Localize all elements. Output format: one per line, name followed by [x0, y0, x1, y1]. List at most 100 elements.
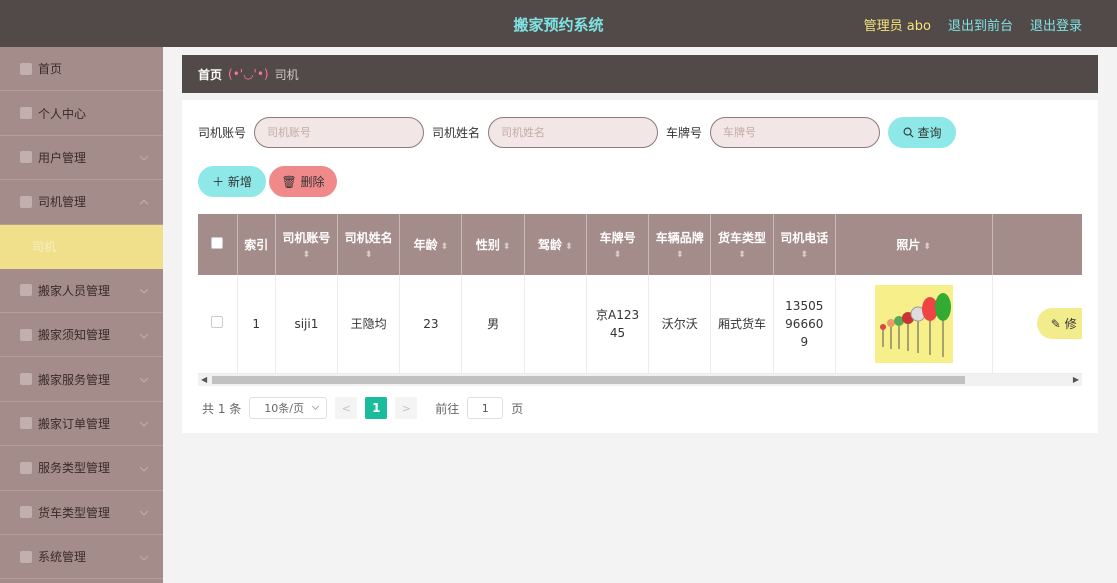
logout-link[interactable]: 退出登录: [1030, 15, 1082, 34]
breadcrumb-home[interactable]: 首页: [198, 66, 222, 83]
table-row: 1 siji1 王隐均 23 男 京A12345 沃尔沃 厢式货车 135059…: [198, 275, 1082, 374]
order-icon: [20, 417, 32, 430]
select-all-checkbox[interactable]: [211, 237, 224, 249]
current-page[interactable]: 1: [365, 397, 388, 419]
sidebar-item-label: 搬家人员管理: [38, 283, 111, 298]
page-unit-label: 页: [511, 401, 524, 416]
sidebar-item-drivers[interactable]: 司机管理: [0, 180, 163, 225]
prev-page-button[interactable]: <: [335, 397, 358, 419]
row-checkbox[interactable]: [211, 316, 224, 329]
plate-input[interactable]: [710, 117, 881, 148]
col-photo-label: 照片: [896, 238, 921, 252]
col-gender[interactable]: 性别 ⬍: [461, 214, 525, 275]
delete-button[interactable]: 🗑 删除: [269, 166, 337, 197]
edit-button[interactable]: ✎ 修: [1036, 308, 1082, 340]
breadcrumb: 首页 (•'◡'•) 司机: [182, 55, 1098, 93]
cell-actions: ✎ 修: [992, 275, 1082, 374]
driver-account-input[interactable]: [254, 117, 425, 148]
sidebar-item-system[interactable]: 系统管理: [0, 535, 163, 580]
cell-index: 1: [237, 275, 276, 374]
col-gender-label: 性别: [475, 238, 500, 252]
sidebar-item-label: 个人中心: [38, 106, 87, 121]
driver-table: 索引 司机账号 ⬍ 司机姓名 ⬍ 年龄 ⬍ 性别 ⬍ 驾龄 ⬍ 车牌号 ⬍ 车辆品牌 ⬍ 货车…: [198, 214, 1082, 374]
next-page-button[interactable]: >: [395, 397, 418, 419]
cell-plate: 京A12345: [586, 275, 650, 374]
col-name[interactable]: 司机姓名 ⬍: [337, 214, 401, 275]
breadcrumb-face: (•'◡'•): [228, 67, 269, 81]
search-button-label: 查询: [917, 126, 942, 140]
col-truck-type[interactable]: 货车类型 ⬍: [710, 214, 774, 275]
add-button-label: 新增: [227, 175, 252, 189]
col-plate[interactable]: 车牌号 ⬍: [586, 214, 650, 275]
driver-name-input[interactable]: [488, 117, 659, 148]
search-row: 司机账号 司机姓名 车牌号 查询: [198, 117, 957, 148]
row-select-cell[interactable]: [198, 275, 238, 374]
sidebar-item-orders[interactable]: 搬家订单管理: [0, 402, 163, 447]
col-truck-type-label: 货车类型: [718, 231, 767, 245]
chevron-down-icon: [139, 329, 149, 339]
service-icon: [20, 373, 32, 386]
content-panel: 司机账号 司机姓名 车牌号 查询 ＋ 新增 🗑 删除 索引 司机账号 ⬍ 司机姓名…: [182, 100, 1098, 433]
sort-icon[interactable]: ⬍: [587, 250, 648, 260]
cell-truck-type: 厢式货车: [710, 275, 774, 374]
sort-icon[interactable]: ⬍: [711, 250, 772, 260]
select-all-cell[interactable]: [198, 214, 238, 275]
cell-name: 王隐均: [337, 275, 401, 374]
sort-icon[interactable]: ⬍: [338, 250, 399, 260]
scrollbar-thumb[interactable]: [212, 376, 965, 384]
sidebar: 首页 个人中心 用户管理 司机管理 司机 搬家人员管理 搬家须知管理 搬家服务管…: [0, 47, 163, 583]
pagination: 共 1 条 10条/页 < 1 > 前往 页: [202, 397, 523, 419]
col-photo[interactable]: 照片 ⬍: [835, 214, 993, 275]
sidebar-item-label: 系统管理: [38, 550, 87, 565]
home-icon: [20, 62, 32, 75]
col-account-label: 司机账号: [282, 231, 331, 245]
sidebar-item-profile[interactable]: 个人中心: [0, 91, 163, 136]
cell-gender: 男: [461, 275, 525, 374]
sidebar-item-movers[interactable]: 搬家人员管理: [0, 269, 163, 313]
col-brand[interactable]: 车辆品牌 ⬍: [648, 214, 712, 275]
col-actions: [992, 214, 1082, 275]
sidebar-item-label: 货车类型管理: [38, 505, 111, 520]
sort-icon[interactable]: ⬍: [923, 242, 931, 252]
chevron-down-icon: [139, 551, 149, 561]
sort-icon[interactable]: ⬍: [565, 242, 573, 252]
sidebar-item-users[interactable]: 用户管理: [0, 136, 163, 181]
driver-icon: [20, 195, 32, 208]
sidebar-item-truck-types[interactable]: 货车类型管理: [0, 491, 163, 535]
users-icon: [20, 151, 32, 164]
col-plate-label: 车牌号: [599, 231, 636, 245]
add-button[interactable]: ＋ 新增: [198, 166, 266, 197]
sidebar-item-service[interactable]: 搬家服务管理: [0, 357, 163, 402]
page-size-select[interactable]: 10条/页: [249, 397, 328, 419]
notice-icon: [20, 328, 32, 341]
horizontal-scrollbar[interactable]: ◀ ▶: [198, 374, 1082, 386]
page-jump-input[interactable]: [467, 397, 504, 419]
sort-icon[interactable]: ⬍: [649, 250, 710, 260]
chevron-down-icon: [139, 152, 149, 162]
sort-icon[interactable]: ⬍: [774, 250, 835, 260]
sort-icon[interactable]: ⬍: [441, 242, 449, 252]
driver-account-label: 司机账号: [198, 126, 247, 140]
admin-label: 管理员 abo: [863, 19, 931, 34]
scroll-left-icon[interactable]: ◀: [201, 375, 207, 384]
sort-icon[interactable]: ⬍: [503, 242, 511, 252]
sort-icon[interactable]: ⬍: [276, 250, 337, 260]
sidebar-subitem-driver[interactable]: 司机: [0, 224, 163, 269]
chevron-down-icon: [139, 418, 149, 428]
scroll-right-icon[interactable]: ▶: [1073, 375, 1079, 384]
back-to-front-link[interactable]: 退出到前台: [948, 15, 1013, 34]
col-account[interactable]: 司机账号 ⬍: [275, 214, 339, 275]
page-size-value: 10条/页: [264, 402, 304, 415]
chevron-down-icon: [139, 374, 149, 383]
list-icon: [20, 461, 32, 474]
sidebar-item-label: 司机管理: [38, 195, 87, 210]
col-name-label: 司机姓名: [344, 231, 393, 245]
col-years[interactable]: 驾龄 ⬍: [524, 214, 587, 275]
col-phone[interactable]: 司机电话 ⬍: [773, 214, 836, 275]
search-button[interactable]: 查询: [888, 117, 957, 148]
col-age[interactable]: 年龄 ⬍: [399, 214, 463, 275]
search-icon: [903, 127, 914, 138]
sidebar-item-service-types[interactable]: 服务类型管理: [0, 446, 163, 491]
sidebar-item-home[interactable]: 首页: [0, 47, 163, 92]
sidebar-item-notice[interactable]: 搬家须知管理: [0, 313, 163, 358]
